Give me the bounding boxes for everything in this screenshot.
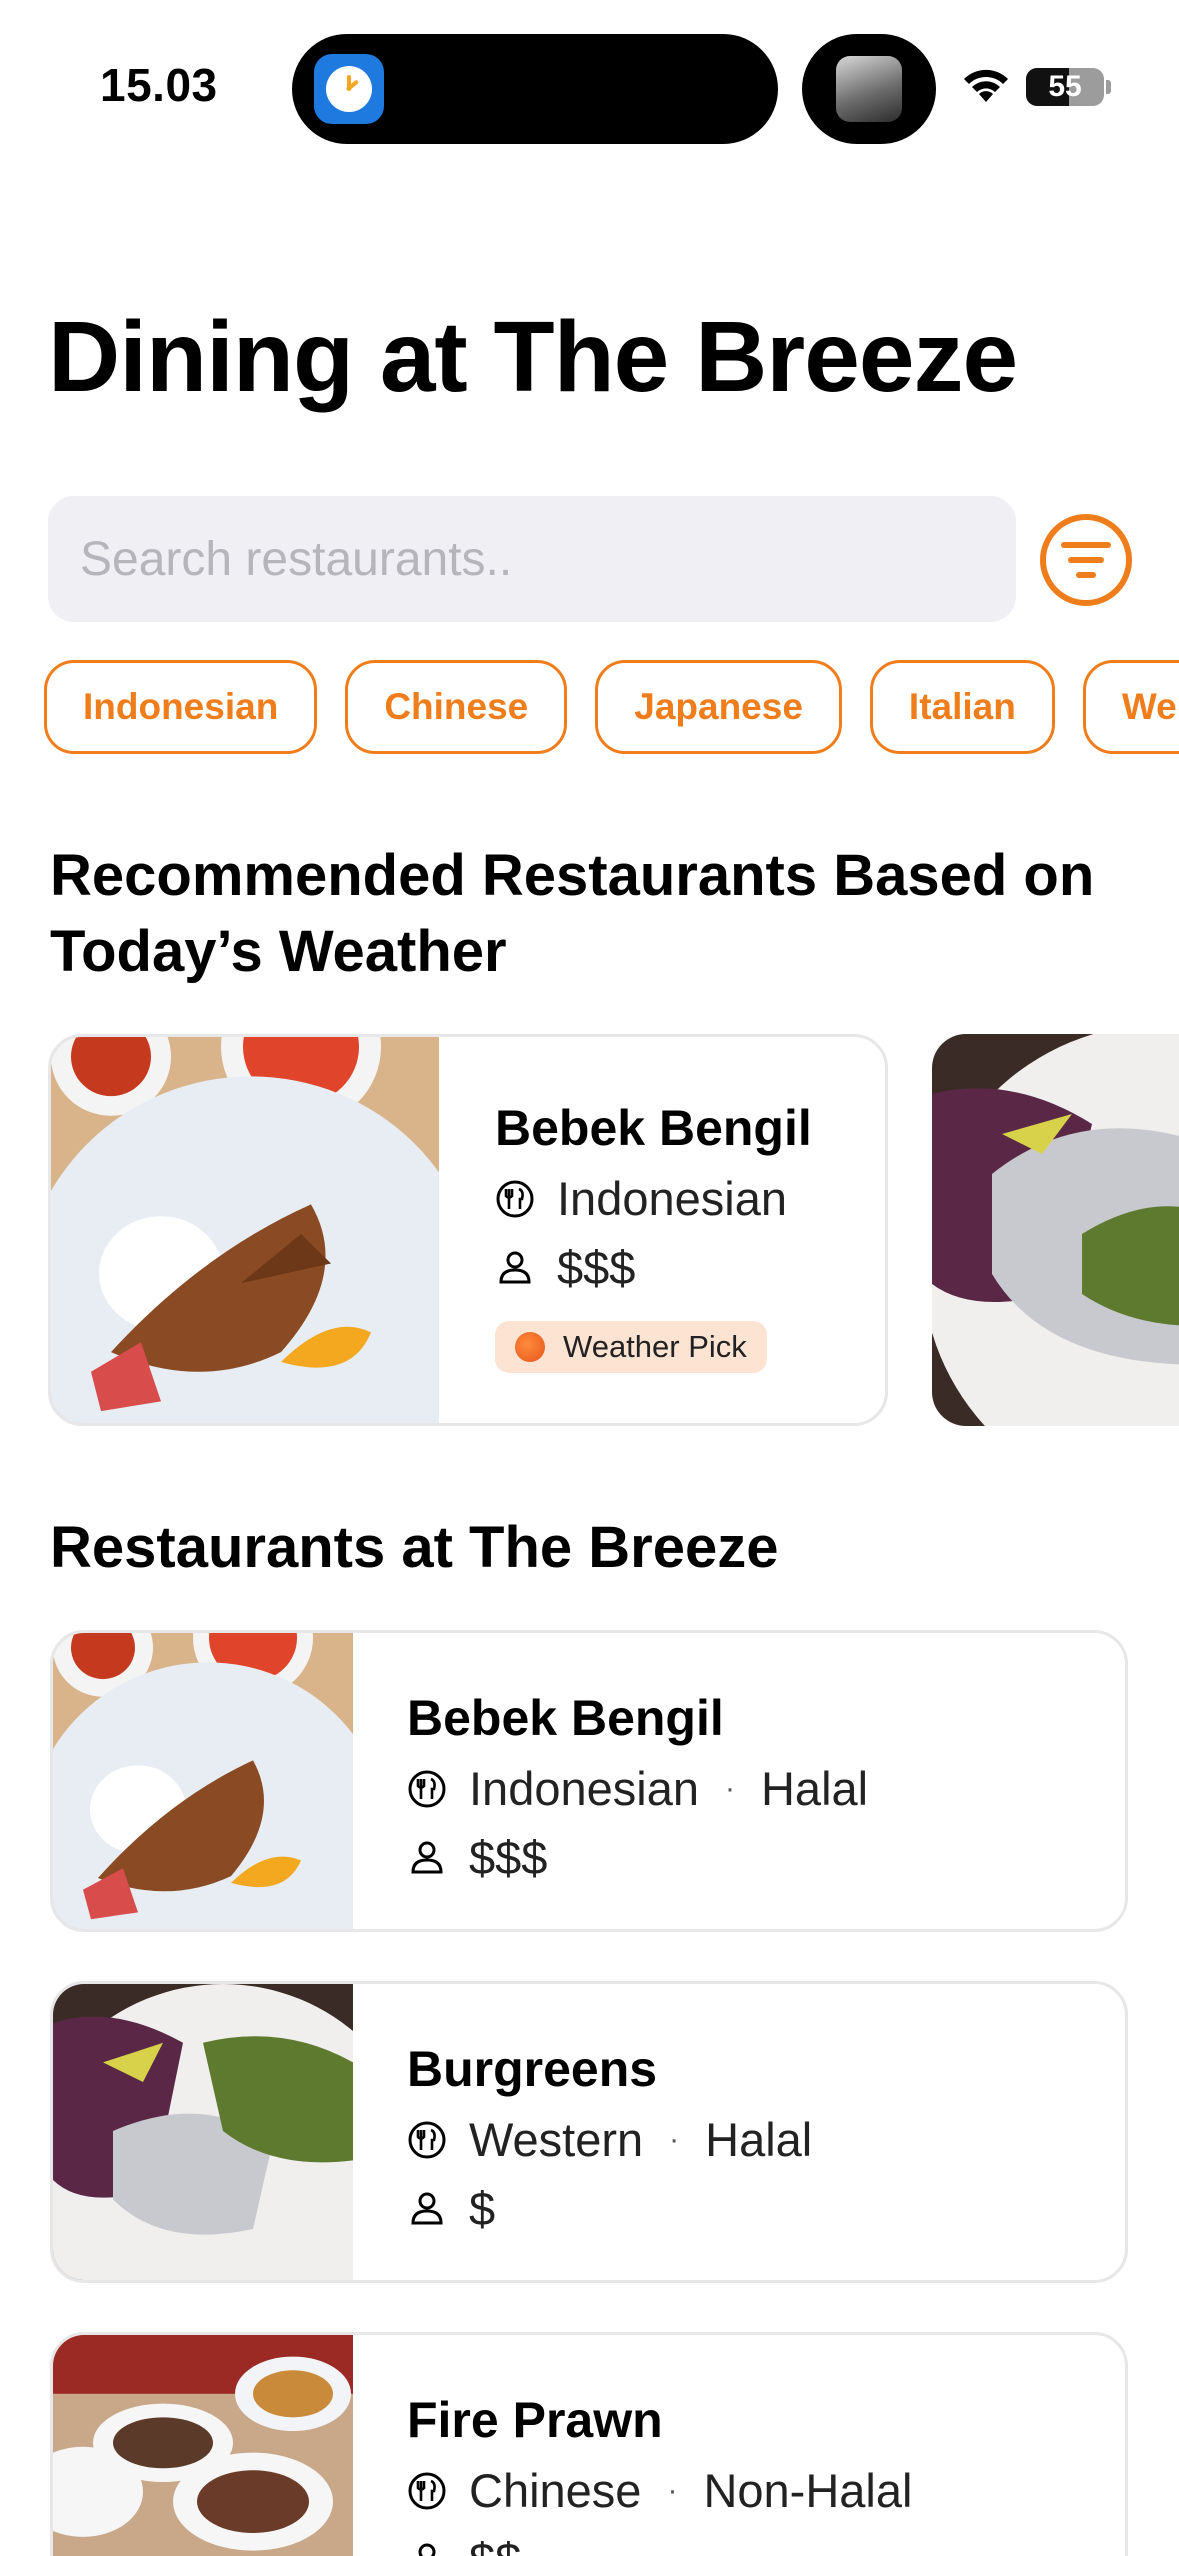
restaurant-info: Bebek Bengil Indonesian · Halal $$$ [407,1689,868,1885]
filter-icon-line [1068,557,1104,563]
recommended-heading: Recommended Restaurants Based on Today’s… [50,838,1150,990]
separator-dot: · [724,1771,735,1805]
price-label: $ [469,2182,496,2235]
cuisine-label: Chinese [469,2464,642,2517]
weather-pick-badge: Weather Pick [495,1321,767,1373]
utensils-icon [408,2472,446,2509]
recommended-heading-line2: Today’s Weather [50,919,507,984]
battery-icon: 55 [1026,68,1104,106]
dish-photo-bebek-bengil [53,1633,353,1929]
restaurant-card[interactable]: Burgreens Western · Halal $ [50,1981,1128,2283]
cuisine-row: Indonesian · Halal [407,1761,868,1816]
filter-button[interactable] [1040,514,1132,606]
status-bar: 15.03 55 [0,0,1179,150]
wifi-icon [964,69,1008,102]
restaurant-card[interactable]: Bebek Bengil Indonesian · Halal $$$ [50,1630,1128,1932]
chip-western[interactable]: We [1082,660,1179,754]
utensils-icon [496,1180,534,1217]
restaurant-name: Bebek Bengil [407,1690,724,1746]
cuisine-label: Indonesian [469,1762,699,1815]
restaurant-name: Bebek Bengil [495,1100,812,1156]
clock-app-icon[interactable] [314,54,384,124]
restaurant-name: Burgreens [407,2041,658,2097]
price-row: $ [407,2181,812,2236]
cuisine-row: Indonesian [495,1171,812,1226]
search-box[interactable] [48,496,1016,622]
filter-icon-line [1076,572,1096,578]
category-chips: Indonesian Chinese Japanese Italian We [44,660,1179,754]
price-row: $$ [407,2532,912,2556]
restaurants-heading: Restaurants at The Breeze [50,1515,779,1580]
badge-label: Weather Pick [563,1329,747,1364]
recommended-card-next[interactable] [932,1034,1179,1426]
battery-level: 55 [1048,70,1082,103]
restaurant-info: Fire Prawn Chinese · Non-Halal $$ [407,2391,912,2556]
cuisine-row: Western · Halal [407,2112,812,2167]
person-icon [411,2192,443,2224]
dynamic-island[interactable] [292,34,778,144]
restaurant-name: Fire Prawn [407,2392,663,2448]
recommended-card-info: Bebek Bengil Indonesian $$$ Weather Pick [495,1099,812,1373]
battery-cap [1106,80,1111,94]
chip-italian[interactable]: Italian [869,660,1055,754]
dish-photo-burgreens [53,1984,353,2280]
status-time: 15.03 [100,59,218,111]
cuisine-row: Chinese · Non-Halal [407,2463,912,2518]
restaurant-card[interactable]: Fire Prawn Chinese · Non-Halal $$ [50,2332,1128,2556]
price-row: $$$ [495,1240,812,1295]
person-icon [411,1841,443,1873]
recommended-heading-line1: Recommended Restaurants Based on [50,843,1095,908]
cuisine-label: Indonesian [557,1172,787,1225]
restaurant-info: Burgreens Western · Halal $ [407,2040,812,2236]
price-label: $$$ [557,1241,636,1294]
separator-dot: · [667,2473,678,2507]
filter-icon-line [1061,542,1111,548]
halal-label: Halal [705,2113,813,2166]
dish-photo-bebek-bengil [51,1037,439,1423]
weather-icon [515,1332,545,1362]
dish-photo-fire-prawn [53,2335,353,2556]
avatar [836,56,902,122]
price-label: $$ [469,2532,521,2556]
page-title: Dining at The Breeze [48,301,1018,413]
chip-japanese[interactable]: Japanese [595,660,842,754]
person-icon [418,2543,436,2556]
price-row: $$$ [407,1830,868,1885]
person-icon [499,1251,531,1283]
search-input[interactable] [48,496,1016,622]
recommended-card[interactable]: Bebek Bengil Indonesian $$$ Weather Pick [48,1034,888,1426]
chip-chinese[interactable]: Chinese [345,660,568,754]
halal-label: Non-Halal [703,2464,913,2517]
utensils-icon [408,1770,446,1807]
price-label: $$$ [469,1831,548,1884]
dish-photo-burgreens [932,1034,1179,1426]
cuisine-label: Western [469,2113,644,2166]
chip-indonesian[interactable]: Indonesian [44,660,318,754]
utensils-icon [408,2121,446,2158]
live-activity-island[interactable] [802,34,936,144]
halal-label: Halal [760,1762,869,1815]
separator-dot: · [669,2122,680,2156]
